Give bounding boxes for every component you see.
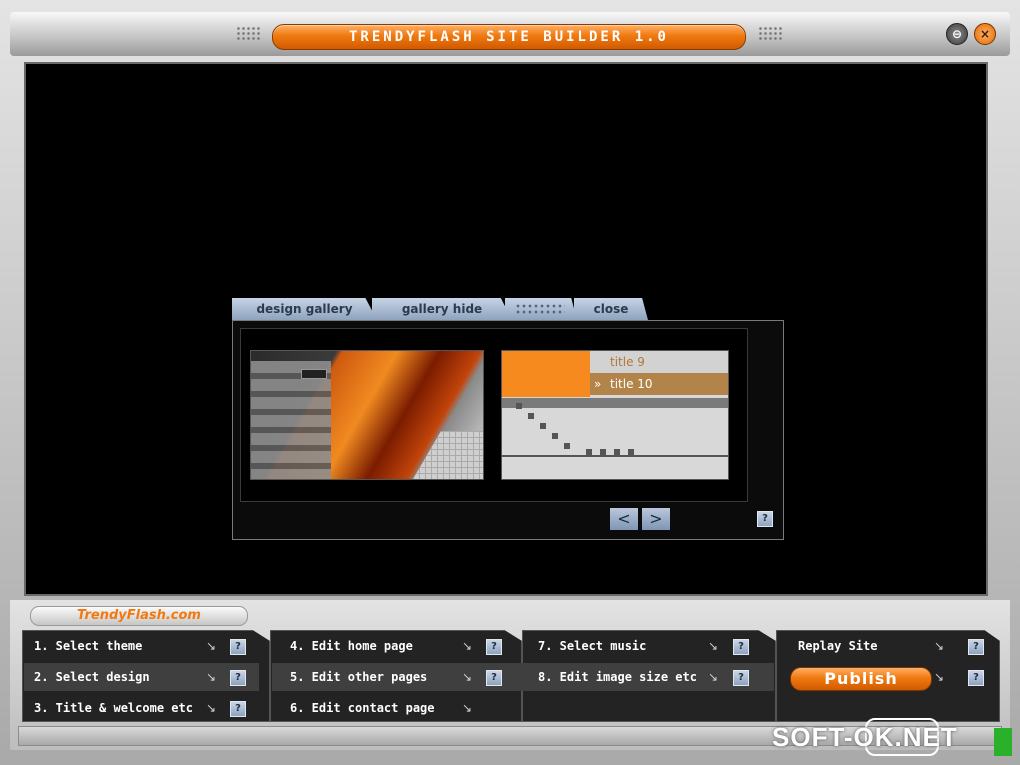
gallery-help-button[interactable]: ? xyxy=(757,511,773,527)
publish-button[interactable]: Publish xyxy=(790,667,932,691)
thumb-dot xyxy=(516,403,522,409)
window-title: TRENDYFLASH SITE BUILDER 1.0 xyxy=(272,24,746,50)
thumb-row-label: title 10 xyxy=(610,377,653,391)
help-button-step-5[interactable]: ? xyxy=(486,670,502,686)
title-grip-left xyxy=(236,26,262,40)
arrow-icon: ↘ xyxy=(462,701,473,715)
arrow-icon: ↘ xyxy=(206,701,217,715)
thumb-row-marker: » xyxy=(594,377,602,391)
title-grip-right xyxy=(758,26,784,40)
arrow-icon: ↘ xyxy=(708,670,719,684)
step-title-welcome[interactable]: 3. Title & welcome etc xyxy=(24,694,259,722)
help-button-publish[interactable]: ? xyxy=(968,670,984,686)
replay-site-button[interactable]: Replay Site xyxy=(788,632,958,660)
design-thumbnail-10[interactable]: title 9 » title 10 xyxy=(501,350,729,480)
help-button-step-7[interactable]: ? xyxy=(733,639,749,655)
arrow-icon: ↘ xyxy=(462,670,473,684)
thumb-dot xyxy=(564,443,570,449)
step-select-theme[interactable]: 1. Select theme xyxy=(24,632,259,660)
tab-grip xyxy=(505,298,577,320)
arrow-icon: ↘ xyxy=(462,639,473,653)
minimize-button[interactable]: ⊖ xyxy=(946,23,968,45)
app-window: TRENDYFLASH SITE BUILDER 1.0 ⊖ × design … xyxy=(0,0,1020,765)
arrow-icon: ↘ xyxy=(206,639,217,653)
close-button[interactable]: × xyxy=(974,23,996,45)
thumb-dot xyxy=(540,423,546,429)
help-button-step-3[interactable]: ? xyxy=(230,701,246,717)
thumb-dot xyxy=(552,433,558,439)
thumb-row-title-9: title 9 xyxy=(590,351,728,373)
prev-button[interactable]: < xyxy=(610,508,638,530)
thumb-player-icon xyxy=(301,369,327,379)
thumb-dot xyxy=(528,413,534,419)
help-button-step-4[interactable]: ? xyxy=(486,639,502,655)
thumb-row-title-10: » title 10 xyxy=(590,373,728,395)
thumb-line xyxy=(502,455,728,457)
brand-link[interactable]: TrendyFlash.com xyxy=(30,606,248,626)
help-button-step-8[interactable]: ? xyxy=(733,670,749,686)
tab-gallery-hide[interactable]: gallery hide xyxy=(372,298,512,320)
arrow-icon: ↘ xyxy=(206,670,217,684)
step-select-design[interactable]: 2. Select design xyxy=(24,663,259,691)
tab-close[interactable]: close xyxy=(574,298,648,320)
arrow-icon: ↘ xyxy=(934,670,945,684)
thumb-grid-pattern xyxy=(413,431,483,479)
resize-grip-icon[interactable] xyxy=(994,728,1012,756)
watermark: SOFT-OK.NET xyxy=(772,722,958,752)
help-button-step-1[interactable]: ? xyxy=(230,639,246,655)
thumb-orange-block xyxy=(502,351,590,397)
design-thumbnail-9[interactable] xyxy=(250,350,484,480)
arrow-icon: ↘ xyxy=(934,639,945,653)
help-button-replay[interactable]: ? xyxy=(968,639,984,655)
arrow-icon: ↘ xyxy=(708,639,719,653)
thumb-strip xyxy=(502,398,728,408)
thumb-row-label: title 9 xyxy=(610,355,645,369)
help-button-step-2[interactable]: ? xyxy=(230,670,246,686)
tab-design-gallery[interactable]: design gallery xyxy=(232,298,377,320)
step-edit-home-page[interactable]: 4. Edit home page xyxy=(280,632,520,660)
step-edit-contact-page[interactable]: 6. Edit contact page xyxy=(280,694,520,722)
next-button[interactable]: > xyxy=(642,508,670,530)
